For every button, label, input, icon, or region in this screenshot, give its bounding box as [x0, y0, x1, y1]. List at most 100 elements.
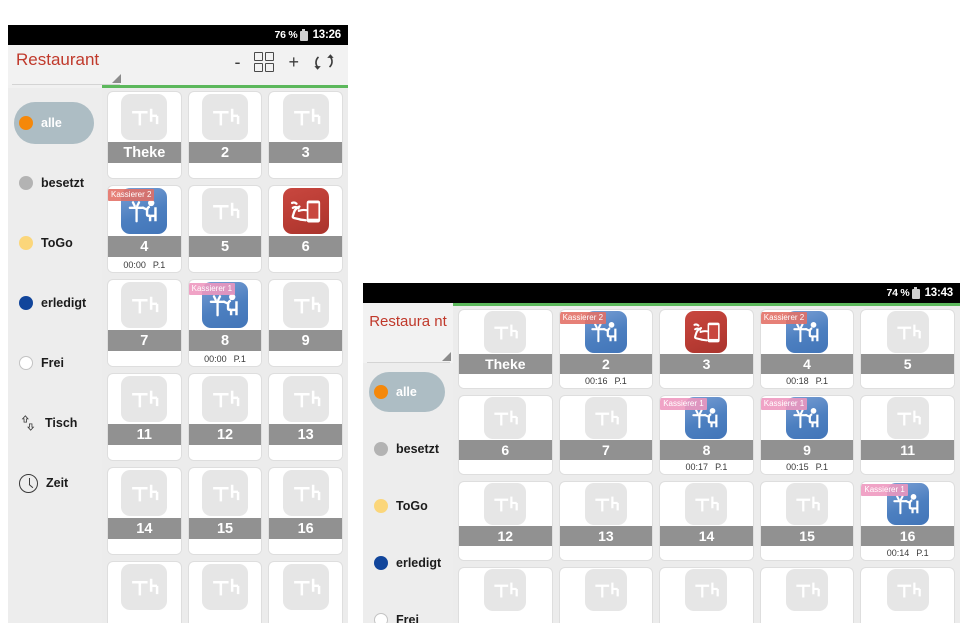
table-number: 2: [559, 354, 653, 374]
table-person-count: P.1: [614, 376, 627, 386]
table-card[interactable]: 12: [458, 481, 553, 561]
table-card[interactable]: [268, 561, 344, 623]
sidebar-item-besetzt[interactable]: besetzt: [363, 420, 453, 477]
table-number: 11: [861, 440, 954, 460]
table-card-footer: [108, 539, 181, 554]
table-card-icon-area: [269, 562, 342, 612]
table-card-icon-area: Kassierer 2: [108, 186, 181, 236]
table-chair-icon: [121, 376, 168, 422]
table-card[interactable]: Kassierer 2 4 00:00 P.1: [107, 185, 182, 273]
hand-tablet-icon: [282, 188, 329, 234]
table-card[interactable]: 16: [268, 467, 344, 555]
sidebar-item-togo[interactable]: ToGo: [8, 213, 102, 273]
table-card[interactable]: 5: [187, 185, 263, 273]
cashier-badge: Kassierer 1: [188, 283, 236, 295]
sidebar-item-frei[interactable]: Frei: [8, 333, 102, 393]
table-card[interactable]: Kassierer 1 16 00:14 P.1: [860, 481, 955, 561]
table-card-footer: [660, 546, 753, 560]
table-card[interactable]: 7: [107, 279, 182, 367]
table-card[interactable]: 5: [860, 309, 955, 389]
table-card[interactable]: 14: [107, 467, 182, 555]
table-chair-icon: [202, 94, 248, 140]
sidebar-item-besetzt[interactable]: besetzt: [8, 153, 102, 213]
table-card-footer: [188, 539, 262, 554]
table-chair-icon: [484, 483, 527, 525]
table-card-icon-area: [459, 482, 552, 526]
table-chair-icon: [202, 470, 248, 516]
sidebar-item-label: Frei: [41, 356, 64, 370]
app-body: Restaura nt alle besetzt ToGo erledigt Frei …: [363, 306, 960, 623]
table-chair-icon: [484, 311, 527, 353]
table-card[interactable]: 9: [268, 279, 344, 367]
table-number: 15: [760, 526, 854, 546]
table-card[interactable]: 6: [268, 185, 344, 273]
grid-view-button[interactable]: [254, 52, 275, 72]
dropdown-caret-icon[interactable]: [112, 74, 121, 83]
dropdown-caret-icon[interactable]: [442, 352, 451, 361]
sidebar-item-zeit[interactable]: Zeit: [8, 453, 102, 513]
table-number: 5: [861, 354, 954, 374]
table-card[interactable]: 12: [187, 373, 263, 461]
table-card[interactable]: [558, 567, 654, 623]
table-card[interactable]: [659, 567, 754, 623]
table-card-footer: [269, 539, 343, 554]
table-card[interactable]: 7: [558, 395, 654, 475]
table-card[interactable]: [759, 567, 855, 623]
sidebar-item-erledigt[interactable]: erledigt: [8, 273, 102, 333]
table-card[interactable]: 6: [458, 395, 553, 475]
table-card[interactable]: 15: [759, 481, 855, 561]
table-row: 11 12 13: [104, 370, 346, 464]
status-clock: 13:26: [312, 29, 342, 41]
device-window-left: 76 % 13:26 Restaurant - + alle besetzt T…: [8, 25, 348, 623]
table-elapsed-time: 00:00: [123, 259, 146, 270]
table-card[interactable]: [458, 567, 553, 623]
table-card-icon-area: Kassierer 2: [760, 310, 854, 354]
sidebar-item-frei[interactable]: Frei: [363, 591, 453, 623]
table-number: 13: [269, 424, 343, 445]
sidebar-item-erledigt[interactable]: erledigt: [363, 534, 453, 591]
table-card[interactable]: Kassierer 1 9 00:15 P.1: [759, 395, 855, 475]
table-card[interactable]: 11: [107, 373, 182, 461]
grid-icon: [254, 52, 275, 72]
table-elapsed-time: 00:17: [685, 462, 709, 472]
restaurant-selector[interactable]: Restaurant: [8, 45, 123, 85]
zoom-in-button[interactable]: +: [288, 53, 299, 71]
table-card[interactable]: Kassierer 1 8 00:17 P.1: [659, 395, 754, 475]
table-card[interactable]: Theke: [458, 309, 553, 389]
table-grid: Theke Kassierer 2 2 00:16 P.1 3 Kassierer 2 4 00…: [453, 306, 960, 623]
table-card[interactable]: 13: [558, 481, 654, 561]
sidebar-item-tisch[interactable]: Tisch: [8, 393, 102, 453]
table-card[interactable]: [187, 561, 263, 623]
table-card-icon-area: [269, 468, 342, 518]
table-card[interactable]: [107, 561, 182, 623]
table-card[interactable]: 15: [187, 467, 263, 555]
table-card[interactable]: Kassierer 2 4 00:18 P.1: [759, 309, 855, 389]
table-card-footer: 00:18 P.1: [760, 374, 854, 388]
blue-dot-icon: [374, 555, 388, 570]
table-elapsed-time: 00:00: [204, 353, 227, 364]
table-card[interactable]: [860, 567, 955, 623]
table-card[interactable]: Kassierer 2 2 00:16 P.1: [558, 309, 654, 389]
table-card-icon-area: [269, 374, 342, 424]
table-card[interactable]: Kassierer 1 8 00:00 P.1: [187, 279, 263, 367]
sidebar-item-label: ToGo: [41, 236, 73, 250]
battery-percent: 76 %: [274, 29, 298, 41]
sidebar-item-alle[interactable]: alle: [8, 93, 102, 153]
sidebar: Restaura nt alle besetzt ToGo erledigt Frei: [363, 306, 453, 623]
zoom-out-button[interactable]: -: [234, 53, 240, 71]
restaurant-selector[interactable]: Restaura nt: [363, 306, 453, 363]
table-card[interactable]: 13: [268, 373, 344, 461]
table-card[interactable]: Theke: [107, 91, 182, 179]
status-bar: 74 % 13:43: [363, 283, 960, 455]
refresh-icon: [314, 54, 334, 70]
table-card[interactable]: 2: [187, 91, 263, 179]
table-card[interactable]: 3: [268, 91, 344, 179]
sidebar-item-alle[interactable]: alle: [363, 363, 453, 420]
screenshot-stage: 76 % 13:26 Restaurant - + alle besetzt T…: [0, 0, 960, 640]
refresh-button[interactable]: [313, 51, 335, 73]
sidebar-item-togo[interactable]: ToGo: [363, 477, 453, 534]
table-card[interactable]: 14: [659, 481, 754, 561]
table-card[interactable]: 11: [860, 395, 955, 475]
battery-percent: 74 %: [886, 287, 910, 299]
table-card[interactable]: 3: [659, 309, 754, 389]
